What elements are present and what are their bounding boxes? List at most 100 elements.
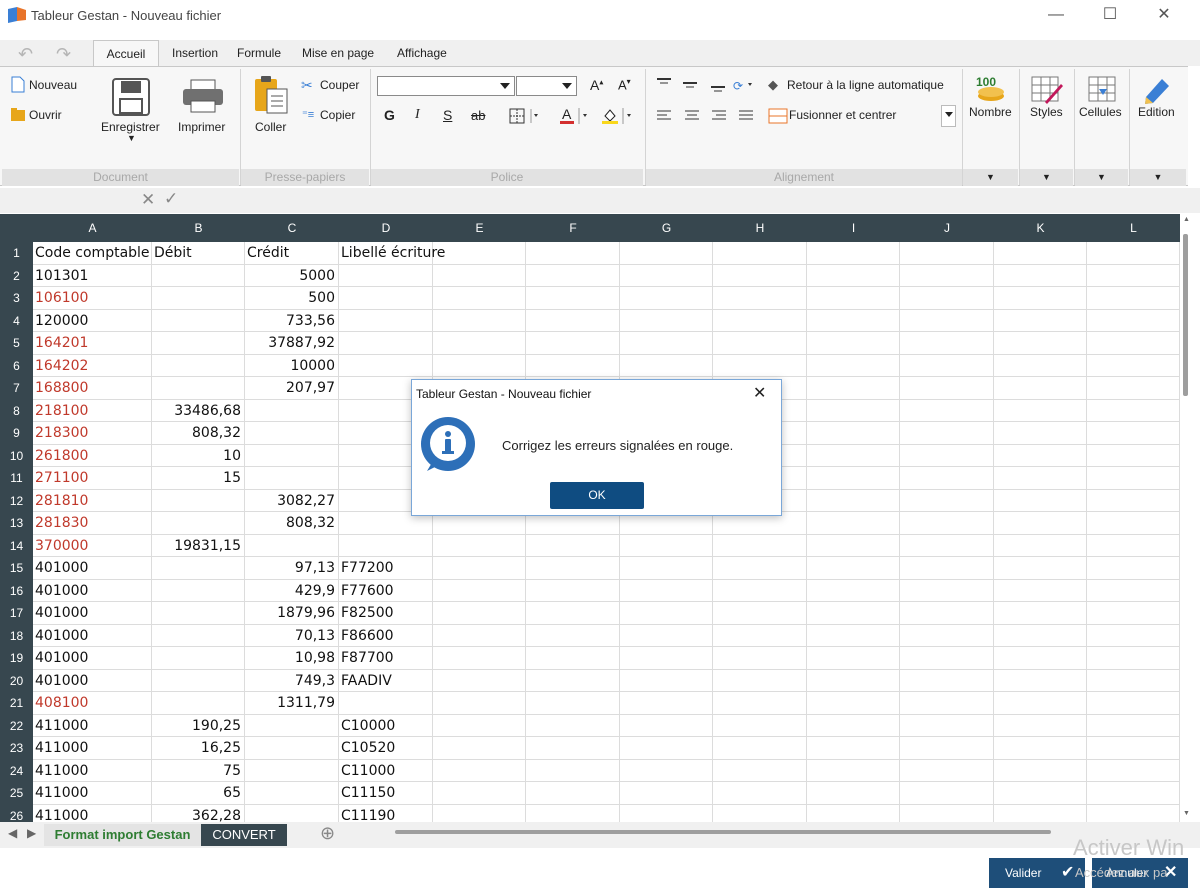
grid-cell[interactable] bbox=[807, 647, 900, 670]
grid-cell[interactable] bbox=[152, 579, 245, 602]
grid-cell[interactable] bbox=[152, 287, 245, 310]
grid-cell[interactable] bbox=[807, 309, 900, 332]
grid-cell[interactable] bbox=[620, 714, 713, 737]
grid-cell[interactable] bbox=[900, 399, 994, 422]
grid-cell[interactable] bbox=[994, 714, 1087, 737]
ok-button[interactable]: OK bbox=[550, 482, 644, 509]
vertical-scroll-thumb[interactable] bbox=[1183, 234, 1188, 396]
grid-cell[interactable] bbox=[526, 242, 620, 265]
grid-cell[interactable]: 106100 bbox=[33, 287, 152, 310]
grid-cell[interactable] bbox=[994, 377, 1087, 400]
grid-cell[interactable]: 411000 bbox=[33, 804, 152, 822]
add-sheet-icon[interactable]: ⊕ bbox=[320, 823, 335, 844]
merge-dropdown[interactable] bbox=[941, 105, 956, 127]
fill-color-icon[interactable] bbox=[601, 107, 639, 125]
grid-cell[interactable]: F82500 bbox=[339, 602, 433, 625]
grid-cell[interactable] bbox=[526, 332, 620, 355]
next-sheet-icon[interactable]: ▶ bbox=[27, 826, 36, 840]
grid-cell[interactable] bbox=[807, 782, 900, 805]
grid-cell[interactable] bbox=[620, 692, 713, 715]
grid-cell[interactable] bbox=[339, 534, 433, 557]
grid-cell[interactable] bbox=[152, 264, 245, 287]
grid-cell[interactable] bbox=[1087, 602, 1180, 625]
grid-cell[interactable] bbox=[994, 624, 1087, 647]
column-header[interactable]: E bbox=[433, 214, 526, 242]
cut-button[interactable]: Couper bbox=[320, 78, 359, 92]
grid-cell[interactable] bbox=[526, 714, 620, 737]
prev-sheet-icon[interactable]: ◀ bbox=[8, 826, 17, 840]
grid-cell[interactable] bbox=[807, 692, 900, 715]
spreadsheet-grid[interactable]: A B C D E F G H I J K L 1 Code comptable D… bbox=[0, 214, 1180, 822]
grid-cell[interactable]: 401000 bbox=[33, 624, 152, 647]
grid-cell[interactable]: 271100 bbox=[33, 467, 152, 490]
bold-button[interactable]: G bbox=[384, 107, 395, 123]
cells-button[interactable]: Cellules bbox=[1079, 105, 1122, 119]
grid-cell[interactable] bbox=[152, 309, 245, 332]
grid-cell[interactable] bbox=[994, 264, 1087, 287]
grid-cell[interactable] bbox=[620, 759, 713, 782]
grid-cell[interactable] bbox=[526, 602, 620, 625]
row-header[interactable]: 3 bbox=[0, 287, 33, 310]
styles-expand-icon[interactable]: ▼ bbox=[1020, 169, 1073, 186]
row-header[interactable]: 9 bbox=[0, 422, 33, 445]
grid-cell[interactable] bbox=[620, 782, 713, 805]
grid-cell[interactable] bbox=[152, 489, 245, 512]
grid-cell[interactable]: 120000 bbox=[33, 309, 152, 332]
grid-cell[interactable] bbox=[1087, 737, 1180, 760]
grid-cell[interactable] bbox=[1087, 354, 1180, 377]
column-header[interactable]: H bbox=[713, 214, 807, 242]
grid-cell[interactable] bbox=[900, 804, 994, 822]
grid-cell[interactable] bbox=[620, 264, 713, 287]
grid-cell[interactable] bbox=[152, 692, 245, 715]
grid-cell[interactable]: 164201 bbox=[33, 332, 152, 355]
grid-cell[interactable] bbox=[433, 287, 526, 310]
grid-cell[interactable] bbox=[900, 512, 994, 535]
grid-cell[interactable] bbox=[339, 692, 433, 715]
grid-cell[interactable] bbox=[152, 377, 245, 400]
grid-cell[interactable] bbox=[807, 534, 900, 557]
grid-cell[interactable] bbox=[339, 354, 433, 377]
row-header[interactable]: 13 bbox=[0, 512, 33, 535]
column-header[interactable]: F bbox=[526, 214, 620, 242]
grid-cell[interactable] bbox=[994, 242, 1087, 265]
column-header[interactable]: I bbox=[807, 214, 900, 242]
edition-expand-icon[interactable]: ▼ bbox=[1130, 169, 1186, 186]
grid-cell[interactable] bbox=[526, 264, 620, 287]
grid-cell[interactable]: 500 bbox=[245, 287, 339, 310]
grid-cell[interactable] bbox=[526, 534, 620, 557]
grid-cell[interactable] bbox=[526, 804, 620, 822]
grid-cell[interactable] bbox=[526, 759, 620, 782]
grid-cell[interactable] bbox=[620, 624, 713, 647]
grid-cell[interactable] bbox=[807, 669, 900, 692]
grid-cell[interactable] bbox=[900, 579, 994, 602]
grid-cell[interactable] bbox=[620, 557, 713, 580]
grid-cell[interactable] bbox=[433, 692, 526, 715]
grid-cell[interactable]: 10 bbox=[152, 444, 245, 467]
grid-cell[interactable]: 1311,79 bbox=[245, 692, 339, 715]
grid-cell[interactable] bbox=[620, 354, 713, 377]
grid-cell[interactable]: 168800 bbox=[33, 377, 152, 400]
grid-cell[interactable]: 733,56 bbox=[245, 309, 339, 332]
grid-cell[interactable]: 207,97 bbox=[245, 377, 339, 400]
grid-cell[interactable]: 164202 bbox=[33, 354, 152, 377]
grid-cell[interactable] bbox=[807, 512, 900, 535]
grid-cell[interactable]: C11190 bbox=[339, 804, 433, 822]
increase-font-icon[interactable]: A▴ bbox=[590, 77, 603, 93]
grid-cell[interactable]: 65 bbox=[152, 782, 245, 805]
grid-cell[interactable] bbox=[900, 534, 994, 557]
row-header[interactable]: 1 bbox=[0, 242, 33, 265]
grid-cell[interactable] bbox=[994, 467, 1087, 490]
column-header[interactable]: D bbox=[339, 214, 433, 242]
grid-cell[interactable] bbox=[339, 287, 433, 310]
grid-cell[interactable]: 362,28 bbox=[152, 804, 245, 822]
grid-cell[interactable]: 401000 bbox=[33, 579, 152, 602]
column-header[interactable]: A bbox=[33, 214, 152, 242]
grid-cell[interactable] bbox=[900, 354, 994, 377]
grid-cell[interactable]: 3082,27 bbox=[245, 489, 339, 512]
grid-cell[interactable] bbox=[526, 782, 620, 805]
grid-cell[interactable] bbox=[526, 692, 620, 715]
grid-cell[interactable] bbox=[245, 399, 339, 422]
grid-cell[interactable] bbox=[994, 422, 1087, 445]
minimize-button[interactable]: — bbox=[1036, 4, 1076, 26]
row-header[interactable]: 2 bbox=[0, 264, 33, 287]
